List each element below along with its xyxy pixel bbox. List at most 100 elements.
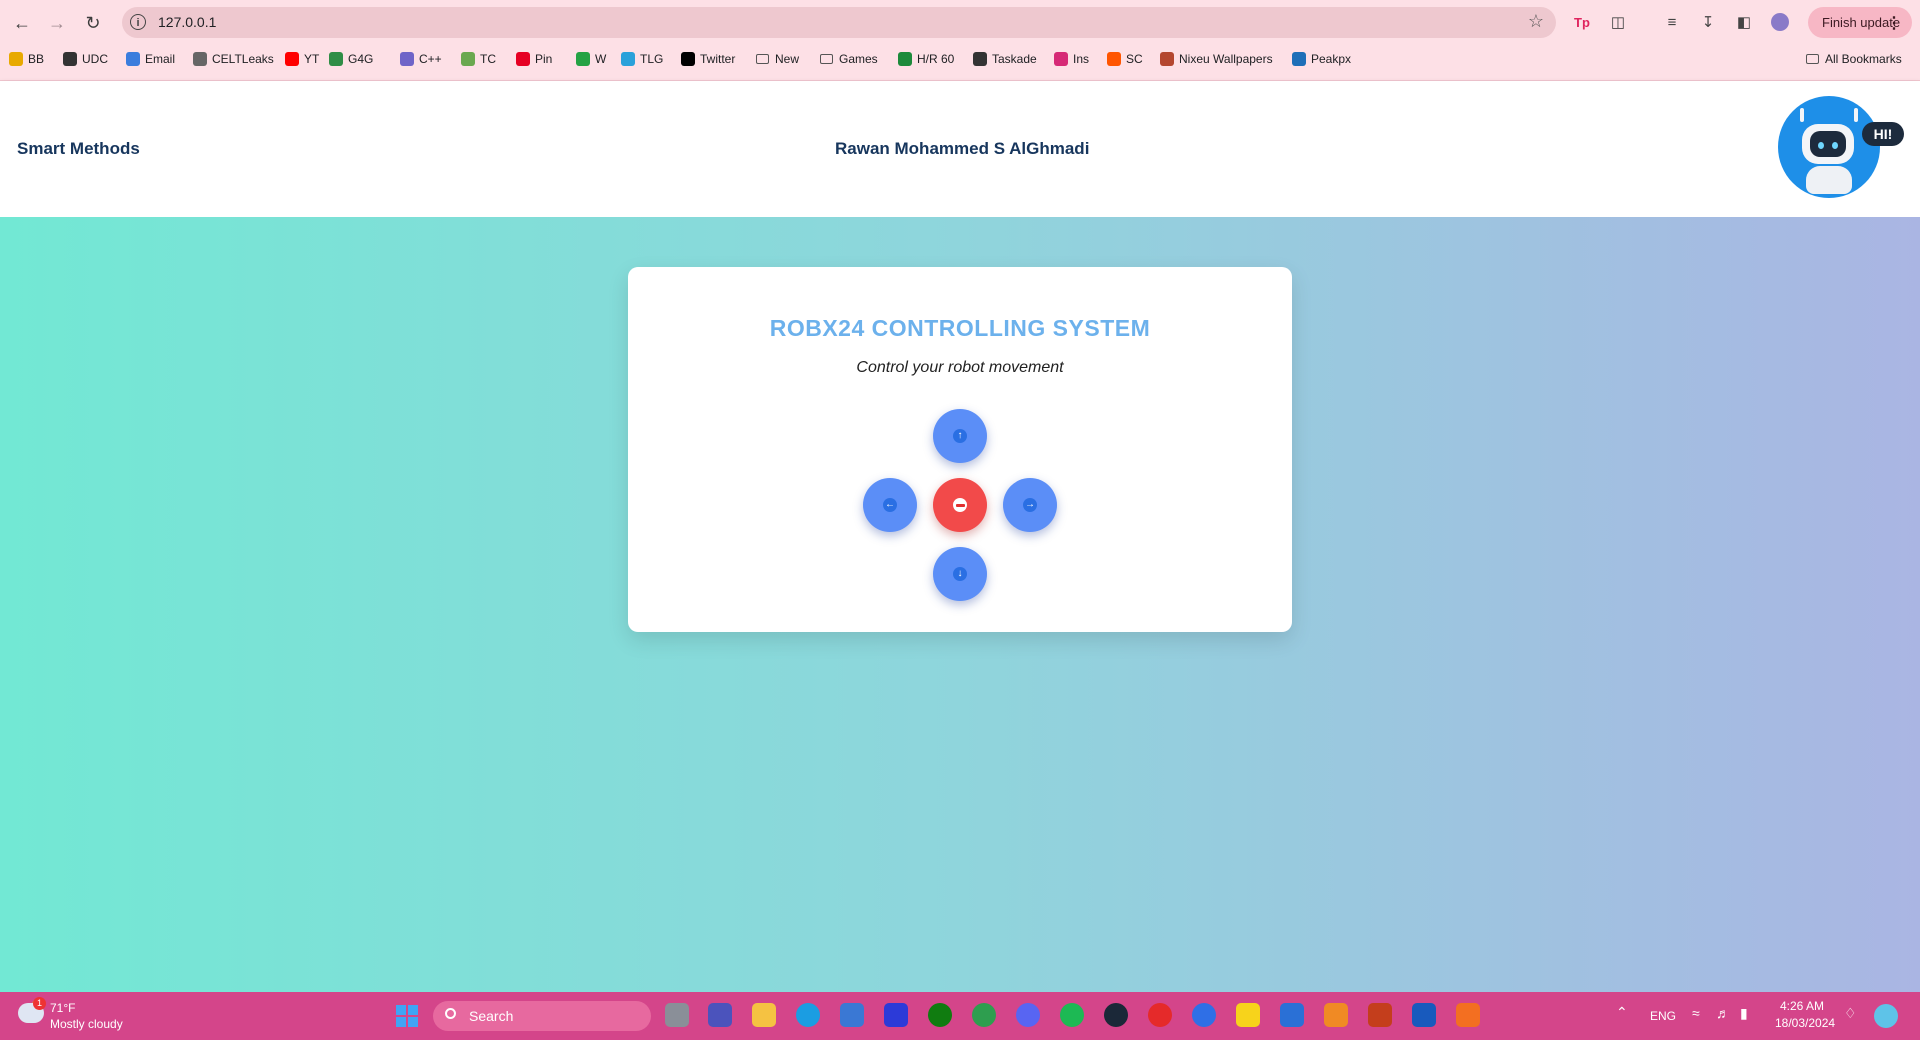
address-bar[interactable]: i 127.0.0.1 ☆ xyxy=(122,7,1556,38)
clock-date[interactable]: 18/03/2024 xyxy=(1775,1016,1835,1030)
bookmark-label: UDC xyxy=(82,52,108,66)
bookmark-label: Games xyxy=(839,52,878,66)
bookmark-favicon-icon xyxy=(898,52,912,66)
bookmark-item[interactable]: Games xyxy=(820,50,878,68)
file-explorer-icon[interactable] xyxy=(752,1003,776,1027)
reload-icon[interactable]: ↻ xyxy=(80,10,106,36)
xbox-icon[interactable] xyxy=(928,1003,952,1027)
stop-button[interactable] xyxy=(933,478,987,532)
menu-kebab-icon[interactable]: ⋮ xyxy=(1886,13,1902,33)
bookmark-label: SC xyxy=(1126,52,1143,66)
bookmark-favicon-icon xyxy=(9,52,23,66)
windows-start-icon[interactable] xyxy=(396,1005,418,1027)
main-background: ROBX24 CONTROLLING SYSTEM Control your r… xyxy=(0,217,1920,992)
bookmark-label: Twitter xyxy=(700,52,736,66)
edge-icon[interactable] xyxy=(796,1003,820,1027)
browser-chrome: ← → ↻ i 127.0.0.1 ☆ Tp ◫ ≡ ↧ ◧ Finish up… xyxy=(0,0,1920,81)
forward-icon[interactable]: → xyxy=(44,10,70,36)
bookmark-item[interactable]: C++ xyxy=(400,50,442,68)
robot-avatar-icon xyxy=(1778,96,1880,198)
side-panel-icon[interactable]: ◧ xyxy=(1733,11,1755,33)
bookmark-item[interactable]: G4G xyxy=(329,50,373,68)
bookmark-item[interactable]: Peakpx xyxy=(1292,50,1351,68)
chrome-icon[interactable] xyxy=(972,1003,996,1027)
right-button[interactable]: → xyxy=(1003,478,1057,532)
language-indicator[interactable]: ENG xyxy=(1650,1009,1676,1023)
media-control-icon[interactable]: ≡ xyxy=(1661,11,1683,33)
volume-icon[interactable]: ♬ xyxy=(1716,1005,1730,1021)
app-shortcut-icon[interactable] xyxy=(884,1003,908,1027)
ea-icon[interactable] xyxy=(1148,1003,1172,1027)
powerpoint-icon[interactable] xyxy=(1368,1003,1392,1027)
show-hidden-icons-icon[interactable]: ⌃ xyxy=(1616,1004,1628,1021)
bookmark-favicon-icon xyxy=(1292,52,1306,66)
site-info-icon[interactable]: i xyxy=(130,14,146,30)
battery-icon[interactable]: ▮ xyxy=(1740,1005,1748,1022)
bookmark-favicon-icon xyxy=(1107,52,1121,66)
forward-button[interactable]: ↑ xyxy=(933,409,987,463)
bookmark-item[interactable]: CELTLeaks xyxy=(193,50,274,68)
bookmark-item[interactable]: W xyxy=(576,50,606,68)
sticky-notes-icon[interactable] xyxy=(1236,1003,1260,1027)
bookmark-item[interactable]: Twitter xyxy=(681,50,735,68)
bookmark-label: Nixeu Wallpapers xyxy=(1179,52,1273,66)
bookmark-item[interactable]: TLG xyxy=(621,50,663,68)
bookmark-star-icon[interactable]: ☆ xyxy=(1528,11,1544,32)
bookmark-label: Peakpx xyxy=(1311,52,1352,66)
bookmark-label: H/R 60 xyxy=(917,52,955,66)
notepad-icon[interactable] xyxy=(1280,1003,1304,1027)
windows-taskbar: 1 71°F Mostly cloudy Search ⌃ ENG ≈ ♬ ▮ … xyxy=(0,992,1920,1040)
bookmark-favicon-icon xyxy=(1054,52,1068,66)
bookmark-favicon-icon xyxy=(400,52,414,66)
student-name: Rawan Mohammed S AlGhmadi xyxy=(835,139,1090,158)
clock-time[interactable]: 4:26 AM xyxy=(1780,999,1824,1013)
backward-button[interactable]: ↓ xyxy=(933,547,987,601)
bookmark-item[interactable]: UDC xyxy=(63,50,108,68)
word-icon[interactable] xyxy=(1412,1003,1436,1027)
bookmark-label: Pin xyxy=(535,52,553,66)
back-icon[interactable]: ← xyxy=(9,10,35,36)
app-orange-icon[interactable] xyxy=(1324,1003,1348,1027)
taskbar-search[interactable]: Search xyxy=(433,1001,651,1031)
notification-bell-icon[interactable]: ♢ xyxy=(1844,1005,1857,1022)
bookmark-item[interactable]: TC xyxy=(461,50,496,68)
bookmark-item[interactable]: YT xyxy=(285,50,319,68)
task-view-icon[interactable] xyxy=(665,1003,689,1027)
bookmark-item[interactable]: New xyxy=(756,50,799,68)
bookmark-favicon-icon xyxy=(1160,52,1174,66)
finish-update-button[interactable]: Finish update ⋮ xyxy=(1808,7,1912,38)
app-arc-icon[interactable] xyxy=(1192,1003,1216,1027)
folder-icon xyxy=(820,54,833,64)
discord-icon[interactable] xyxy=(1016,1003,1040,1027)
bookmark-item[interactable]: Ins xyxy=(1054,50,1089,68)
steam-icon[interactable] xyxy=(1104,1003,1128,1027)
brand-title[interactable]: Smart Methods xyxy=(17,139,140,159)
bookmark-item[interactable]: Nixeu Wallpapers xyxy=(1160,50,1273,68)
spotify-icon[interactable] xyxy=(1060,1003,1084,1027)
microsoft-store-icon[interactable] xyxy=(840,1003,864,1027)
download-icon[interactable]: ↧ xyxy=(1697,11,1719,33)
bookmark-item[interactable]: Pin xyxy=(516,50,552,68)
copilot-icon[interactable] xyxy=(1874,1004,1898,1028)
extension-tp-icon[interactable]: Tp xyxy=(1571,11,1593,33)
left-button[interactable]: ← xyxy=(863,478,917,532)
wifi-icon[interactable]: ≈ xyxy=(1692,1005,1700,1021)
url-text[interactable]: 127.0.0.1 xyxy=(158,14,216,30)
teams-icon[interactable] xyxy=(708,1003,732,1027)
bookmark-favicon-icon xyxy=(516,52,530,66)
bookmark-item[interactable]: Email xyxy=(126,50,175,68)
bookmark-favicon-icon xyxy=(461,52,475,66)
bookmark-label: Taskade xyxy=(992,52,1037,66)
all-bookmarks-button[interactable]: All Bookmarks xyxy=(1806,50,1902,68)
bookmark-item[interactable]: H/R 60 xyxy=(898,50,954,68)
folder-icon xyxy=(1806,54,1819,64)
bookmark-label: Email xyxy=(145,52,176,66)
xampp-icon[interactable] xyxy=(1456,1003,1480,1027)
bookmark-item[interactable]: BB xyxy=(9,50,44,68)
bookmark-item[interactable]: SC xyxy=(1107,50,1143,68)
arrow-up-icon: ↑ xyxy=(953,429,967,443)
extensions-puzzle-icon[interactable]: ◫ xyxy=(1607,11,1629,33)
weather-widget[interactable]: 1 71°F Mostly cloudy xyxy=(18,997,158,1033)
bookmark-item[interactable]: Taskade xyxy=(973,50,1037,68)
profile-avatar-icon[interactable] xyxy=(1769,11,1791,33)
